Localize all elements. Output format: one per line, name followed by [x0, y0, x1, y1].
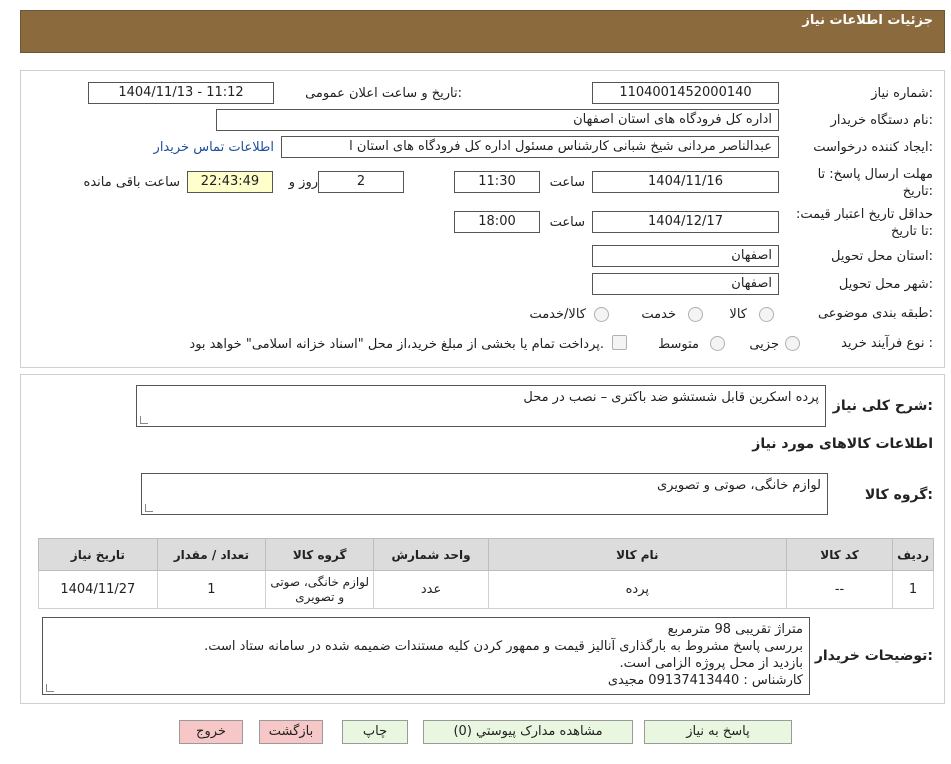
- announce-field: 1404/11/13 - 11:12: [88, 82, 274, 104]
- purchase-radio-minor[interactable]: [785, 336, 800, 351]
- category-radio-goods-service[interactable]: [594, 307, 609, 322]
- goods-table: ردیف کد کالا نام کالا واحد شمارش گروه کا…: [38, 538, 934, 609]
- col-header-row-number: ردیف: [892, 538, 934, 571]
- goods-group-text: لوازم خانگی، صوتی و تصویری: [656, 478, 821, 493]
- purchase-type-label: نوع فرآیند خرید :: [841, 336, 933, 351]
- cell-row-number: 1: [892, 570, 934, 609]
- treasury-bonds-note: پرداخت تمام یا بخشی از مبلغ خرید،از محل …: [189, 337, 604, 352]
- treasury-bonds-checkbox[interactable]: [612, 335, 627, 350]
- creator-field: عبدالناصر مردانی شیخ شبانی کارشناس مسئول…: [281, 136, 779, 158]
- buyer-notes-line: بازدید از محل پروژه الزامی است.: [619, 656, 803, 671]
- col-header-goods-name: نام کالا: [487, 538, 787, 571]
- remaining-label: ساعت باقی مانده: [83, 175, 180, 190]
- need-number-label: شماره نیاز:: [871, 86, 933, 101]
- buyer-org-field: اداره کل فرودگاه های استان اصفهان: [216, 109, 779, 131]
- table-header-row: ردیف کد کالا نام کالا واحد شمارش گروه کا…: [38, 538, 934, 571]
- cell-need-date: 1404/11/27: [38, 570, 158, 609]
- cell-goods-code: --: [785, 570, 894, 609]
- category-label: طبقه بندی موضوعی:: [817, 306, 933, 321]
- purchase-option-minor: جزیی: [749, 337, 779, 352]
- category-radio-goods[interactable]: [759, 307, 774, 322]
- buyer-notes-textarea[interactable]: متراژ تقریبی 98 مترمربع بررسی پاسخ مشروط…: [42, 617, 810, 695]
- goods-group-label: گروه کالا:: [864, 487, 933, 503]
- category-option-goods-service: کالا/خدمت: [529, 307, 586, 322]
- announce-label: تاریخ و ساعت اعلان عمومی:: [305, 86, 462, 101]
- resize-grip-icon[interactable]: [46, 684, 54, 692]
- description-textarea[interactable]: پرده اسکرین قابل شستشو ضد باکتری – نصب د…: [136, 385, 826, 427]
- goods-section-title: اطلاعات کالاهای مورد نیاز: [752, 436, 933, 452]
- purchase-option-medium: متوسط: [658, 337, 699, 352]
- validity-time-label: ساعت: [549, 215, 585, 230]
- validity-time-field: 18:00: [454, 211, 540, 233]
- validity-date-field: 1404/12/17: [592, 211, 779, 233]
- purchase-radio-medium[interactable]: [710, 336, 725, 351]
- col-header-unit: واحد شمارش: [373, 538, 489, 571]
- deadline-date-field: 1404/11/16: [592, 171, 779, 193]
- resize-grip-icon[interactable]: [145, 504, 153, 512]
- table-row: 1 -- پرده عدد لوازم خانگی، صوتی و تصویری…: [38, 570, 934, 609]
- buyer-notes-line: بررسی پاسخ مشروط به بارگذاری آنالیز قیمت…: [204, 639, 803, 654]
- category-option-service: خدمت: [641, 307, 676, 322]
- description-text: پرده اسکرین قابل شستشو ضد باکتری – نصب د…: [523, 390, 819, 405]
- col-header-quantity: تعداد / مقدار: [156, 538, 266, 571]
- reply-button[interactable]: پاسخ به نیاز: [644, 720, 792, 744]
- col-header-goods-code: کد کالا: [785, 538, 894, 571]
- cell-unit: عدد: [373, 570, 489, 609]
- buyer-contact-link[interactable]: اطلاعات تماس خریدار: [154, 140, 274, 155]
- exit-button[interactable]: خروج: [179, 720, 243, 744]
- city-label: شهر محل تحویل:: [838, 277, 933, 292]
- creator-label: ایجاد کننده درخواست:: [813, 140, 933, 155]
- goods-group-textarea[interactable]: لوازم خانگی، صوتی و تصویری: [141, 473, 828, 515]
- page-title: جزئیات اطلاعات نیاز: [802, 13, 933, 28]
- days-field: 2: [318, 171, 404, 193]
- need-number-field: 1104001452000140: [592, 82, 779, 104]
- cell-goods-group: لوازم خانگی، صوتی و تصویری: [264, 570, 375, 609]
- province-field: اصفهان: [592, 245, 779, 267]
- buyer-notes-line: متراژ تقریبی 98 مترمربع: [667, 622, 803, 637]
- deadline-time-field: 11:30: [454, 171, 540, 193]
- category-option-goods: کالا: [729, 307, 747, 322]
- validity-label: حداقل تاریخ اعتبار قیمت: تا تاریخ:: [795, 207, 933, 239]
- days-label: روز و: [288, 175, 318, 190]
- buyer-notes-label: توضیحات خریدار:: [814, 648, 933, 664]
- description-label: شرح کلی نیاز:: [832, 398, 933, 414]
- deadline-time-label: ساعت: [549, 175, 585, 190]
- print-button[interactable]: چاپ: [342, 720, 408, 744]
- view-attachments-button[interactable]: مشاهده مدارک پیوستي (0): [423, 720, 633, 744]
- cell-goods-name: پرده: [487, 570, 787, 609]
- back-button[interactable]: بازگشت: [259, 720, 323, 744]
- buyer-notes-line: کارشناس : 09137413440 مجیدی: [607, 673, 803, 688]
- col-header-goods-group: گروه کالا: [264, 538, 375, 571]
- cell-quantity: 1: [156, 570, 266, 609]
- category-radio-service[interactable]: [688, 307, 703, 322]
- province-label: استان محل تحویل:: [831, 249, 933, 264]
- resize-grip-icon[interactable]: [140, 416, 148, 424]
- deadline-label: مهلت ارسال پاسخ: تا تاریخ:: [817, 167, 933, 199]
- col-header-need-date: تاریخ نیاز: [38, 538, 158, 571]
- remaining-time-field: 22:43:49: [187, 171, 273, 193]
- city-field: اصفهان: [592, 273, 779, 295]
- buyer-org-label: نام دستگاه خریدار:: [830, 113, 933, 128]
